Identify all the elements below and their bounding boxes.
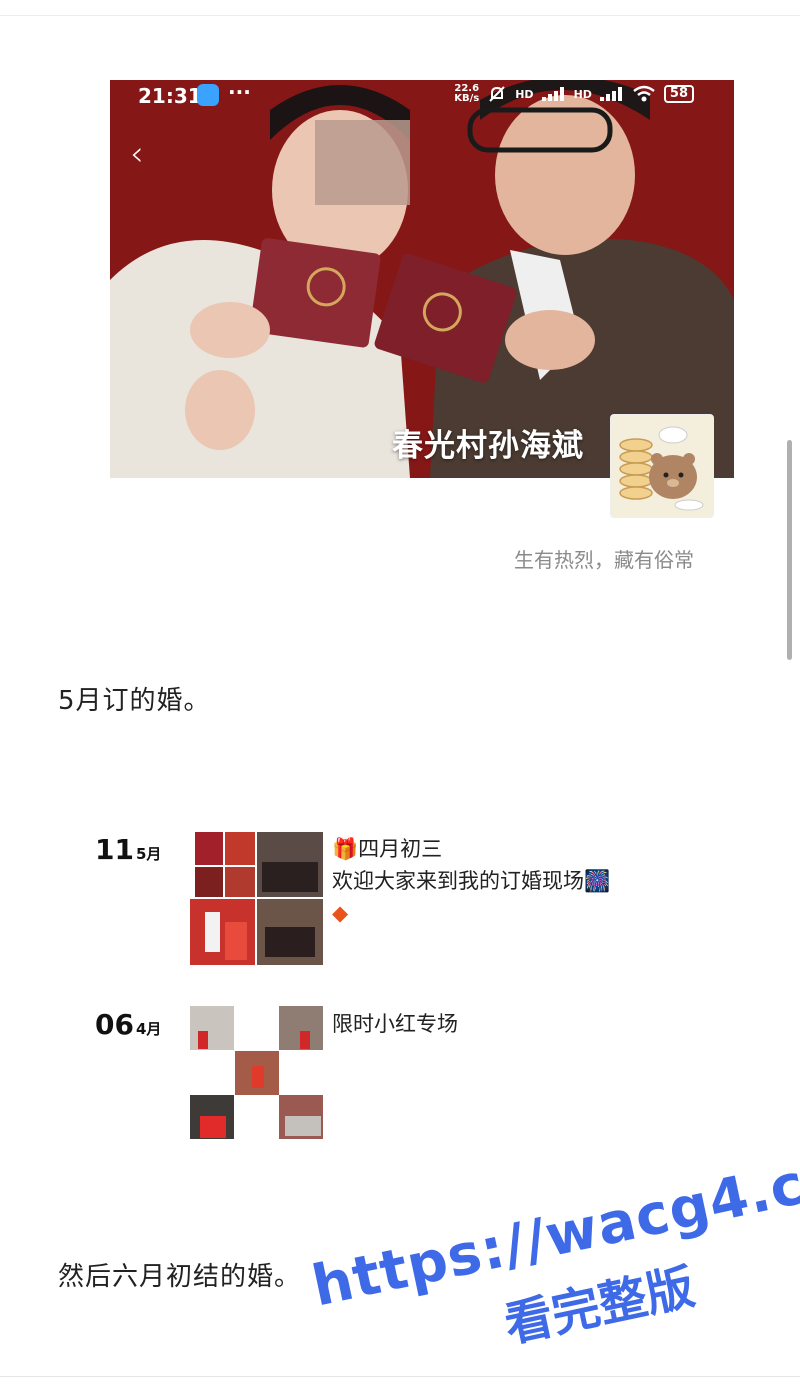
hd-label-1: HD (515, 87, 534, 101)
status-time: 21:31 (138, 84, 202, 108)
top-divider (0, 15, 800, 16)
post-month: 5月 (135, 845, 162, 863)
avatar[interactable] (610, 414, 714, 518)
paragraph-wedding: 然后六月初结的婚。 (58, 1262, 302, 1292)
post-date: 11 5月 (95, 833, 161, 866)
diamond-icon: ◆ (332, 901, 349, 925)
photo-thumbnails (190, 1006, 323, 1139)
paragraph-engagement: 5月订的婚。 (58, 686, 211, 716)
photo-grid[interactable] (190, 1006, 323, 1139)
cover-caption: 春光村孙海斌 (392, 428, 584, 464)
chevron-left-icon[interactable]: ‹ (130, 134, 144, 174)
more-dots: ··· (228, 80, 251, 104)
app-cloud-icon (197, 84, 219, 106)
photo-thumbnails (190, 832, 323, 965)
watermark: https://wacg4.com 看完整版 (288, 1060, 800, 1383)
signal-icon-1 (541, 87, 564, 101)
post-date: 06 4月 (95, 1008, 161, 1041)
battery-level: 58 (663, 85, 694, 103)
post-text: 限时小红专场 (332, 1008, 458, 1040)
post-line-2: 欢迎大家来到我的订婚现场 (332, 869, 584, 893)
post-text: 🎁四月初三 欢迎大家来到我的订婚现场🎆 ◆ (332, 833, 610, 929)
firework-icon: 🎆 (584, 869, 611, 893)
wifi-icon (633, 85, 655, 102)
status-bar: 21:31 ··· 22.6 KB/s HD HD 58 (110, 80, 734, 112)
photo-grid[interactable] (190, 832, 323, 965)
post-line-1: 四月初三 (358, 837, 443, 861)
bear-avatar-icon (611, 415, 713, 517)
gift-icon: 🎁 (332, 837, 359, 861)
scrollbar[interactable] (787, 440, 792, 660)
status-icons: 22.6 KB/s HD HD 58 (454, 84, 694, 104)
post-line-1: 限时小红专场 (332, 1012, 458, 1036)
net-speed: 22.6 KB/s (454, 83, 480, 104)
post-day: 11 (95, 833, 134, 866)
bell-muted-icon (489, 86, 505, 102)
hd-label-2: HD (573, 87, 592, 101)
signal-icon-2 (599, 87, 622, 101)
bottom-divider (0, 1376, 800, 1377)
post-month: 4月 (135, 1020, 162, 1038)
profile-signature: 生有热烈，藏有俗常 (514, 548, 694, 572)
post-day: 06 (95, 1008, 134, 1041)
